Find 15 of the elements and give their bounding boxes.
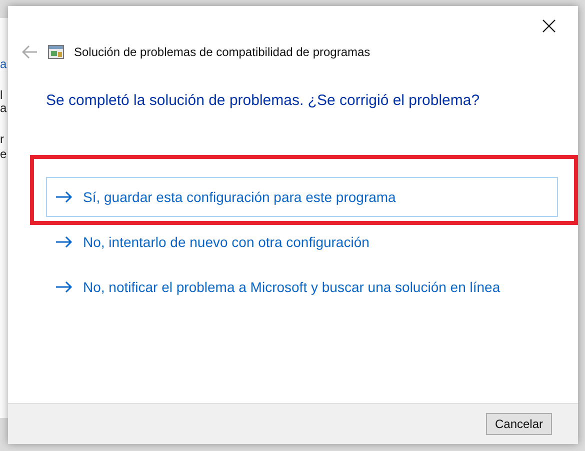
background-text: e (0, 148, 8, 161)
background-text: a (0, 102, 8, 115)
back-arrow-icon (22, 45, 38, 59)
background-text: r (0, 133, 5, 146)
background-text: l (0, 89, 4, 102)
window-title: Solución de problemas de compatibilidad de programas (74, 45, 370, 59)
close-icon (542, 19, 556, 33)
heading: Se completó la solución de problemas. ¿Se corrigió el problema? (46, 92, 481, 109)
arrow-icon (55, 281, 73, 293)
arrow-icon (55, 236, 73, 248)
cancel-button[interactable]: Cancelar (486, 413, 552, 435)
arrow-icon (55, 191, 73, 203)
program-window-icon (48, 44, 64, 60)
option-link[interactable]: Sí, guardar esta configuración para este programa (46, 177, 558, 217)
background-text: a (0, 58, 8, 71)
